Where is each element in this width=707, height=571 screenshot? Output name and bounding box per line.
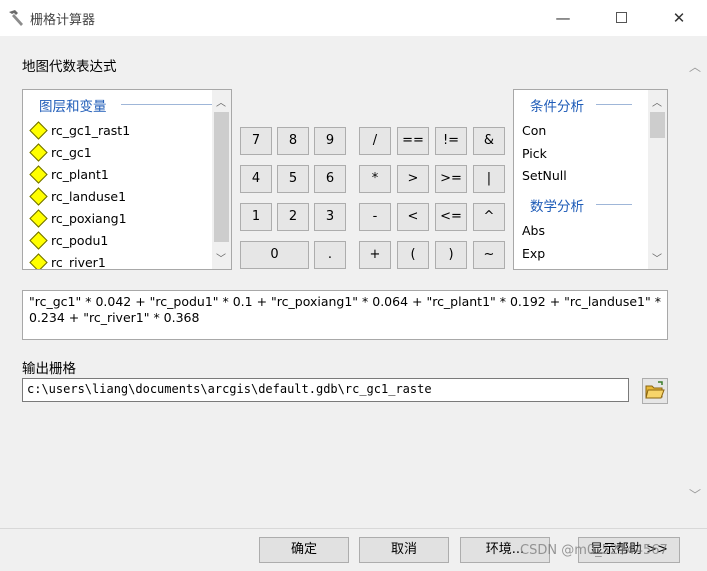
layer-item[interactable]: rc_gc1_rast1: [29, 121, 214, 143]
raster-layer-icon: [29, 143, 48, 162]
header-divider: [121, 104, 213, 105]
calc-button-greater[interactable]: >: [397, 165, 429, 193]
raster-layer-icon: [29, 253, 48, 269]
calc-button-9[interactable]: 9: [314, 127, 346, 155]
calc-button-less-equal[interactable]: <=: [435, 203, 467, 231]
layers-list[interactable]: 图层和变量 rc_gc1_rast1 rc_gc1 rc_plant1 rc_l…: [22, 89, 232, 270]
calc-button-0[interactable]: 0: [240, 241, 309, 269]
hammer-icon: [9, 10, 23, 26]
maximize-icon: [615, 12, 627, 23]
calc-button-open-paren[interactable]: (: [397, 241, 429, 269]
math-header: 数学分析: [530, 199, 584, 215]
calc-button-3[interactable]: 3: [314, 203, 346, 231]
scroll-thumb[interactable]: [214, 112, 229, 242]
calc-button-7[interactable]: 7: [240, 127, 272, 155]
layer-item[interactable]: rc_gc1: [29, 143, 214, 165]
window-title: 栅格计算器: [30, 13, 96, 28]
raster-layer-icon: [29, 121, 48, 140]
function-item[interactable]: SetNull: [522, 168, 567, 183]
calc-button-8[interactable]: 8: [277, 127, 309, 155]
raster-layer-icon: [29, 231, 48, 250]
calc-button-5[interactable]: 5: [277, 165, 309, 193]
layers-header: 图层和变量: [39, 99, 107, 115]
calc-button-or[interactable]: |: [473, 165, 505, 193]
header-divider: [596, 204, 632, 205]
chevron-up-icon[interactable]: ︿: [212, 94, 230, 109]
header-divider: [596, 104, 632, 105]
calc-button-minus[interactable]: -: [359, 203, 391, 231]
layer-item[interactable]: rc_landuse1: [29, 187, 214, 209]
calc-button-and[interactable]: &: [473, 127, 505, 155]
maximize-button[interactable]: [598, 0, 644, 36]
expression-textbox[interactable]: "rc_gc1" * 0.042 + "rc_podu1" * 0.1 + "r…: [22, 290, 668, 340]
chevron-up-icon[interactable]: ︿: [648, 94, 666, 109]
calc-button-1[interactable]: 1: [240, 203, 272, 231]
raster-layer-icon: [29, 187, 48, 206]
layer-item[interactable]: rc_plant1: [29, 165, 214, 187]
calc-button-close-paren[interactable]: ): [435, 241, 467, 269]
map-algebra-label: 地图代数表达式: [22, 59, 117, 75]
calc-button-divide[interactable]: /: [359, 127, 391, 155]
chevron-down-icon[interactable]: ﹀: [212, 250, 230, 265]
conditional-header: 条件分析: [530, 99, 584, 115]
browse-button[interactable]: [642, 378, 668, 404]
function-item[interactable]: Exp: [522, 246, 545, 261]
output-raster-label: 输出栅格: [22, 361, 76, 377]
scroll-thumb[interactable]: [650, 112, 665, 138]
dialog-scrollbar[interactable]: ︿ ﹀: [683, 36, 707, 528]
layers-scrollbar[interactable]: ︿ ﹀: [212, 90, 231, 269]
layer-item[interactable]: rc_poxiang1: [29, 209, 214, 231]
calc-button-6[interactable]: 6: [314, 165, 346, 193]
chevron-up-icon[interactable]: ︿: [688, 58, 702, 74]
calc-button-equal[interactable]: ==: [397, 127, 429, 155]
function-item[interactable]: Con: [522, 123, 546, 138]
functions-list[interactable]: 条件分析 Con Pick SetNull 数学分析 Abs Exp ︿ ﹀: [513, 89, 668, 270]
raster-layer-icon: [29, 165, 48, 184]
layer-item[interactable]: rc_river1: [29, 253, 214, 269]
raster-layer-icon: [29, 209, 48, 228]
close-icon: ✕: [672, 9, 686, 27]
calc-button-plus[interactable]: +: [359, 241, 391, 269]
calc-button-not[interactable]: ~: [473, 241, 505, 269]
calc-button-less[interactable]: <: [397, 203, 429, 231]
minimize-button[interactable]: —: [540, 0, 586, 36]
function-item[interactable]: Abs: [522, 223, 545, 238]
calc-button-multiply[interactable]: *: [359, 165, 391, 193]
cancel-button[interactable]: 取消: [359, 537, 449, 563]
function-item[interactable]: Pick: [522, 146, 547, 161]
layer-item[interactable]: rc_podu1: [29, 231, 214, 253]
output-raster-field[interactable]: c:\users\liang\documents\arcgis\default.…: [22, 378, 629, 402]
functions-scrollbar[interactable]: ︿ ﹀: [648, 90, 667, 269]
calc-button-4[interactable]: 4: [240, 165, 272, 193]
calc-button-not-equal[interactable]: !=: [435, 127, 467, 155]
watermark: CSDN @m0_52144567: [520, 543, 668, 558]
calc-button-greater-equal[interactable]: >=: [435, 165, 467, 193]
calc-button-decimal[interactable]: .: [314, 241, 346, 269]
title-bar: 栅格计算器 — ✕: [0, 0, 707, 36]
chevron-down-icon[interactable]: ﹀: [688, 486, 702, 502]
calc-button-xor[interactable]: ^: [473, 203, 505, 231]
close-button[interactable]: ✕: [656, 0, 702, 36]
chevron-down-icon[interactable]: ﹀: [648, 250, 666, 265]
open-folder-icon: [645, 381, 665, 399]
ok-button[interactable]: 确定: [259, 537, 349, 563]
minimize-icon: —: [555, 9, 571, 27]
calc-button-2[interactable]: 2: [277, 203, 309, 231]
